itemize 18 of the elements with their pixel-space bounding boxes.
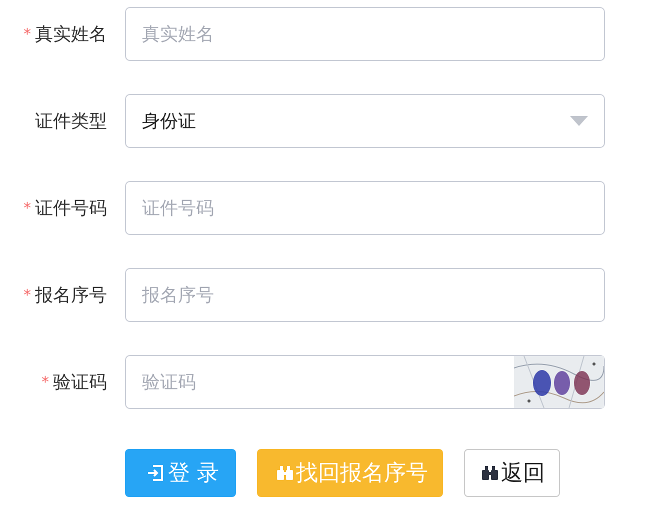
required-mark: * — [24, 286, 31, 304]
text-field[interactable]: 证件号码 — [125, 181, 605, 235]
binoculars-icon — [481, 464, 499, 482]
field-label: 报名序号 — [35, 284, 107, 307]
field-label: 真实姓名 — [35, 23, 107, 46]
text-field[interactable]: 报名序号 — [125, 268, 605, 322]
back-button[interactable]: 返回 — [464, 449, 560, 497]
field-label: 证件号码 — [35, 197, 107, 220]
login-icon — [146, 463, 166, 483]
text-field[interactable]: 真实姓名 — [125, 7, 605, 61]
required-mark: * — [24, 25, 31, 43]
field-label: 证件类型 — [35, 110, 107, 133]
binoculars-icon — [276, 464, 294, 482]
field-label: 验证码 — [53, 371, 107, 394]
required-mark: * — [24, 199, 31, 217]
required-mark: * — [42, 373, 49, 391]
select-field[interactable]: 身份证 — [125, 94, 605, 148]
caret-icon — [570, 116, 588, 126]
